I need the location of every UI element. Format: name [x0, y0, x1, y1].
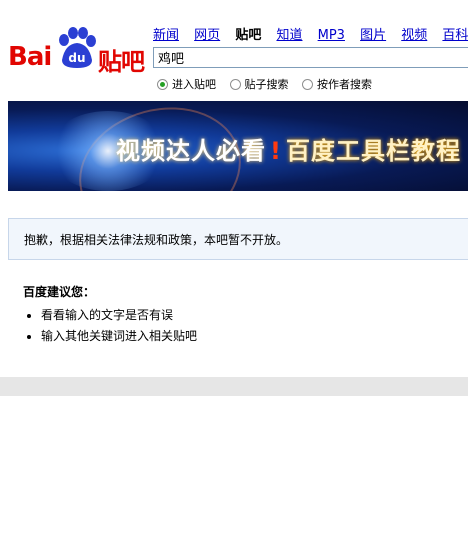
- banner-text-main: 视频达人必看: [116, 137, 266, 165]
- radio-author-search[interactable]: 按作者搜索: [302, 76, 372, 92]
- search-input[interactable]: [154, 48, 468, 67]
- suggestions-title: 百度建议您：: [23, 285, 96, 299]
- notice-text: 抱歉，根据相关法律法规和政策，本吧暂不开放。: [24, 233, 289, 247]
- radio-label: 进入贴吧: [172, 78, 216, 91]
- radio-enter-tieba[interactable]: 进入贴吧: [157, 76, 216, 92]
- nav-item-zhidao[interactable]: 知道: [276, 28, 302, 43]
- suggestions-list: 看看输入的文字是否有误 输入其他关键词进入相关贴吧: [23, 306, 197, 344]
- suggestion-item: 输入其他关键词进入相关贴吧: [41, 327, 197, 344]
- banner-text-sub: 百度工具栏教程: [285, 137, 461, 165]
- radio-label: 按作者搜索: [317, 78, 372, 91]
- banner-text-bang: !: [270, 137, 282, 165]
- suggestion-item: 看看输入的文字是否有误: [41, 306, 197, 323]
- logo-tieba-text: 贴吧: [98, 48, 145, 76]
- logo-paw-text: du: [68, 51, 85, 65]
- footer-bar: [0, 377, 468, 396]
- notice-box: 抱歉，根据相关法律法规和政策，本吧暂不开放。: [8, 218, 468, 260]
- nav-item-mp3[interactable]: MP3: [318, 28, 345, 43]
- paw-icon: du: [59, 27, 96, 68]
- radio-unselected-icon[interactable]: [229, 78, 241, 90]
- radio-post-search[interactable]: 贴子搜索: [229, 76, 289, 92]
- banner-headline: 视频达人必看! 百度工具栏教程: [116, 131, 461, 166]
- top-nav: 新闻 网页 贴吧 知道 MP3 图片 视频 百科: [153, 24, 468, 43]
- radio-unselected-icon[interactable]: [302, 78, 313, 90]
- promo-banner[interactable]: 视频达人必看! 百度工具栏教程: [8, 101, 468, 191]
- radio-selected-icon[interactable]: [157, 78, 168, 90]
- logo-brand-text: Bai: [8, 42, 52, 72]
- search-box: [153, 47, 468, 68]
- search-mode-group: 进入贴吧 贴子搜索 按作者搜索: [157, 76, 382, 93]
- nav-item-tieba: 贴吧: [235, 28, 262, 43]
- nav-item-web[interactable]: 网页: [194, 28, 220, 43]
- nav-item-baike[interactable]: 百科: [442, 28, 468, 43]
- suggestions: 百度建议您： 看看输入的文字是否有误 输入其他关键词进入相关贴吧: [23, 283, 197, 348]
- nav-item-news[interactable]: 新闻: [153, 28, 179, 43]
- nav-item-images[interactable]: 图片: [360, 28, 386, 43]
- radio-label: 贴子搜索: [244, 78, 289, 91]
- baidu-tieba-logo[interactable]: Bai du 贴吧: [8, 24, 148, 76]
- nav-item-video[interactable]: 视频: [401, 28, 427, 43]
